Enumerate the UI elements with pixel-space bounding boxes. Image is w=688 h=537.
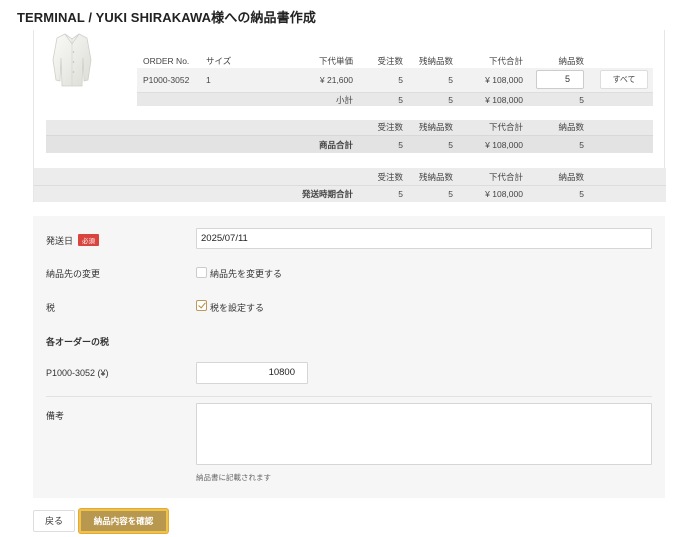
delivery-form: 発送日 必須 2025/07/11 納品先の変更 納品先を変更する 税 税を設定す… bbox=[33, 216, 665, 498]
page-title: TERMINAL / YUKI SHIRAKAWA様への納品書作成 bbox=[17, 10, 316, 25]
all-button[interactable]: すべて bbox=[600, 70, 648, 89]
header-remaining: 残納品数 bbox=[418, 56, 453, 66]
st-ordered: 5 bbox=[398, 189, 403, 199]
st-header-delivery-qty: 納品数 bbox=[558, 172, 584, 182]
change-destination-label: 納品先の変更 bbox=[46, 269, 101, 279]
header-ordered: 受注数 bbox=[377, 56, 403, 66]
confirm-delivery-button[interactable]: 納品内容を確認 bbox=[79, 509, 168, 533]
subtotal-delivery-qty: 5 bbox=[579, 95, 584, 105]
pt-delivery-qty: 5 bbox=[579, 140, 584, 150]
ship-date-label-text: 発送日 bbox=[46, 236, 74, 246]
item-order-no: P1000-3052 bbox=[143, 75, 190, 85]
order-tax-label: P1000-3052 (¥) bbox=[46, 368, 109, 378]
subtotal-price: ¥ 108,000 bbox=[485, 95, 523, 105]
back-button[interactable]: 戻る bbox=[33, 510, 75, 532]
tax-checkbox[interactable] bbox=[196, 300, 207, 311]
item-ordered: 5 bbox=[398, 75, 403, 85]
shipping-total-row: 発送時期合計 5 5 ¥ 108,000 5 bbox=[34, 185, 666, 202]
item-unit-price: ¥ 21,600 bbox=[319, 75, 353, 85]
header-order-no: ORDER No. bbox=[143, 56, 190, 66]
header-size: サイズ bbox=[206, 56, 232, 66]
st-delivery-qty: 5 bbox=[579, 189, 584, 199]
notes-hint: 納品書に記載されます bbox=[196, 473, 271, 482]
shipping-total-block: 受注数 残納品数 下代合計 納品数 発送時期合計 5 5 ¥ 108,000 5 bbox=[34, 168, 666, 202]
pt-remaining: 5 bbox=[448, 140, 453, 150]
pt-header-ordered: 受注数 bbox=[377, 122, 403, 132]
item-subtotal-price: ¥ 108,000 bbox=[485, 75, 523, 85]
table-row: P1000-3052 1 ¥ 21,600 5 5 ¥ 108,000 5 すべ… bbox=[137, 68, 653, 92]
notes-label: 備考 bbox=[46, 411, 65, 421]
subtotal-label: 小計 bbox=[335, 95, 353, 105]
delivery-qty-input[interactable]: 5 bbox=[536, 70, 584, 89]
shipping-total-header-row: 受注数 残納品数 下代合計 納品数 bbox=[34, 170, 666, 184]
item-remaining: 5 bbox=[448, 75, 453, 85]
product-total-header-row: 受注数 残納品数 下代合計 納品数 bbox=[46, 120, 653, 135]
pt-header-subtotal-price: 下代合計 bbox=[488, 122, 523, 132]
header-unit-price: 下代単価 bbox=[318, 56, 353, 66]
change-destination-checkbox-label[interactable]: 納品先を変更する bbox=[210, 267, 282, 280]
st-header-ordered: 受注数 bbox=[377, 172, 403, 182]
change-destination-checkbox[interactable] bbox=[196, 267, 207, 278]
product-total-row: 商品合計 5 5 ¥ 108,000 5 bbox=[46, 135, 653, 153]
order-tax-section-title: 各オーダーの税 bbox=[46, 337, 110, 347]
subtotal-remaining: 5 bbox=[448, 95, 453, 105]
pt-subtotal-price: ¥ 108,000 bbox=[485, 140, 523, 150]
pt-header-remaining: 残納品数 bbox=[418, 122, 453, 132]
header-delivery-qty: 納品数 bbox=[558, 56, 584, 66]
ship-date-label: 発送日 必須 bbox=[46, 234, 100, 247]
tax-label: 税 bbox=[46, 303, 56, 313]
ship-date-input[interactable]: 2025/07/11 bbox=[196, 228, 652, 249]
tax-checkbox-label[interactable]: 税を設定する bbox=[210, 301, 264, 314]
pt-header-delivery-qty: 納品数 bbox=[558, 122, 584, 132]
st-remaining: 5 bbox=[448, 189, 453, 199]
pt-label: 商品合計 bbox=[318, 140, 353, 150]
notes-textarea[interactable] bbox=[196, 403, 652, 465]
st-subtotal-price: ¥ 108,000 bbox=[485, 189, 523, 199]
item-size: 1 bbox=[206, 75, 211, 85]
required-badge: 必須 bbox=[78, 234, 100, 246]
subtotal-ordered: 5 bbox=[398, 95, 403, 105]
order-tax-input[interactable]: 10800 bbox=[196, 362, 308, 384]
form-divider bbox=[46, 396, 652, 397]
line-header-row: ORDER No. サイズ 下代単価 受注数 残納品数 下代合計 納品数 bbox=[137, 54, 653, 68]
subtotal-row: 小計 5 5 ¥ 108,000 5 bbox=[137, 92, 653, 106]
st-label: 発送時期合計 bbox=[301, 189, 353, 199]
order-lines-panel: ORDER No. サイズ 下代単価 受注数 残納品数 下代合計 納品数 P10… bbox=[33, 30, 666, 202]
st-header-subtotal-price: 下代合計 bbox=[488, 172, 523, 182]
pt-ordered: 5 bbox=[398, 140, 403, 150]
header-subtotal-price: 下代合計 bbox=[488, 56, 523, 66]
st-header-remaining: 残納品数 bbox=[418, 172, 453, 182]
product-thumbnail-icon bbox=[52, 33, 92, 87]
